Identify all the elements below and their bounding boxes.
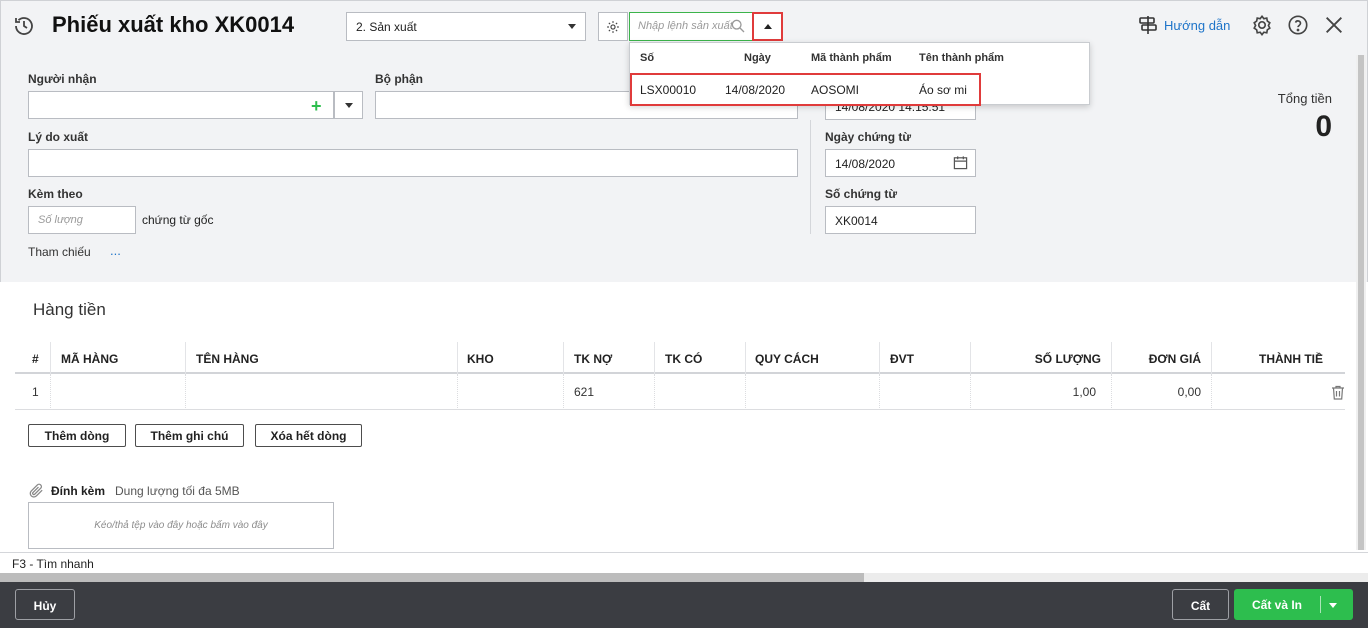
cell-amount <box>1212 374 1323 410</box>
grid-header: # MÃ HÀNG TÊN HÀNG KHO TK NỢ TK CÓ QUY C… <box>15 342 1345 374</box>
col-item-code: MÃ HÀNG <box>51 342 186 374</box>
cancel-button[interactable]: Hủy <box>15 589 75 620</box>
scrollbar-thumb[interactable] <box>0 573 864 582</box>
voucher-number-input[interactable]: XK0014 <box>825 206 976 234</box>
reason-input[interactable] <box>28 149 798 177</box>
horizontal-scrollbar[interactable] <box>0 573 1368 582</box>
original-docs-label: chứng từ gốc <box>142 213 214 227</box>
recipient-label: Người nhận <box>28 72 97 86</box>
voucher-type-select[interactable]: 2. Sản xuất <box>346 12 586 41</box>
attachments-count-label: Kèm theo <box>28 187 83 201</box>
col-item-name: TÊN HÀNG <box>186 342 458 374</box>
paperclip-icon <box>29 483 43 498</box>
total-amount: 0 <box>1315 110 1332 143</box>
gear-icon <box>607 20 619 33</box>
department-label: Bộ phận <box>375 72 423 86</box>
voucher-number-label: Số chứng từ <box>825 187 898 201</box>
file-drop-zone[interactable]: Kéo/thả tệp vào đây hoặc bấm vào đây <box>28 502 334 549</box>
voucher-number-value: XK0014 <box>835 214 878 228</box>
cell-warehouse[interactable] <box>458 374 564 410</box>
reason-label: Lý do xuất <box>28 130 89 144</box>
col-amount: THÀNH TIỀ <box>1259 352 1323 366</box>
table-row[interactable]: 1 621 1,00 0,00 <box>15 374 1345 410</box>
cell-unit-price[interactable]: 0,00 <box>1112 374 1212 410</box>
col-credit-account: TK CÓ <box>655 342 746 374</box>
history-icon[interactable] <box>12 14 36 38</box>
page-title: Phiếu xuất kho XK0014 <box>52 12 295 37</box>
section-title: Hàng tiền <box>33 300 106 319</box>
cell-unit[interactable] <box>880 374 971 410</box>
add-note-button[interactable]: Thêm ghi chú <box>135 424 244 447</box>
settings-icon[interactable] <box>1251 14 1273 36</box>
popup-col-ten: Tên thành phẩm <box>919 52 1004 64</box>
trash-icon[interactable] <box>1331 385 1345 400</box>
help-icon[interactable] <box>1287 14 1309 36</box>
recipient-input[interactable] <box>28 91 334 119</box>
attachment-header: Đính kèm Dung lượng tối đa 5MB <box>28 482 240 499</box>
footer-bar <box>0 582 1368 628</box>
cell-index: 1 <box>15 374 51 410</box>
voucher-type-value: 2. Sản xuất <box>356 20 417 34</box>
calendar-icon[interactable] <box>953 155 968 170</box>
recipient-dropdown-button[interactable] <box>334 91 363 119</box>
popup-col-ma: Mã thành phẩm <box>811 52 892 64</box>
chevron-down-icon <box>568 24 576 29</box>
divider <box>810 120 811 234</box>
col-spec: QUY CÁCH <box>746 342 880 374</box>
col-quantity: SỐ LƯỢNG <box>971 342 1112 374</box>
status-bar: F3 - Tìm nhanh <box>0 552 1368 574</box>
col-debit-account: TK NỢ <box>564 342 655 374</box>
chevron-up-icon <box>763 24 772 29</box>
production-order-popup: Số Ngày Mã thành phẩm Tên thành phẩm LSX… <box>629 42 1090 106</box>
lookup-dropdown-button[interactable] <box>752 12 783 41</box>
signpost-icon <box>1139 16 1157 34</box>
cell-credit-account[interactable] <box>655 374 746 410</box>
popup-header: Số Ngày Mã thành phẩm Tên thành phẩm <box>630 43 1089 73</box>
col-index: # <box>15 342 51 374</box>
add-row-button[interactable]: Thêm dòng <box>28 424 126 447</box>
popup-col-so: Số <box>640 52 655 64</box>
save-and-print-button[interactable]: Cất và In <box>1234 589 1353 620</box>
col-warehouse: KHO <box>458 342 564 374</box>
help-label: Hướng dẫn <box>1164 17 1231 33</box>
cell-quantity[interactable]: 1,00 <box>971 374 1112 410</box>
search-icon[interactable] <box>730 18 746 34</box>
quantity-input[interactable]: Số lượng <box>28 206 136 234</box>
lookup-settings-button[interactable] <box>598 12 628 41</box>
vertical-scrollbar[interactable] <box>1356 55 1366 550</box>
close-icon[interactable] <box>1323 14 1345 36</box>
cell-item-name[interactable] <box>186 374 458 410</box>
voucher-date-label: Ngày chứng từ <box>825 130 912 144</box>
add-icon[interactable]: + <box>311 96 322 117</box>
attachment-limit: Dung lượng tối đa 5MB <box>115 483 240 498</box>
popup-col-ngay: Ngày <box>744 52 771 64</box>
cell-debit-account[interactable]: 621 <box>564 374 655 410</box>
chevron-down-icon[interactable] <box>1329 603 1337 608</box>
cell-spec[interactable] <box>746 374 880 410</box>
voucher-date-value: 14/08/2020 <box>835 157 896 171</box>
col-unit-price: ĐƠN GIÁ <box>1112 342 1212 374</box>
total-label: Tổng tiền <box>1277 91 1332 106</box>
selected-row-highlight <box>630 73 981 106</box>
attachment-title: Đính kèm <box>51 483 106 498</box>
delete-all-rows-button[interactable]: Xóa hết dòng <box>255 424 362 447</box>
cell-item-code[interactable] <box>51 374 186 410</box>
reference-more-link[interactable]: ... <box>110 243 121 258</box>
help-link[interactable]: Hướng dẫn <box>1138 14 1230 36</box>
save-button[interactable]: Cất <box>1172 589 1229 620</box>
col-unit: ĐVT <box>880 342 971 374</box>
save-and-print-label: Cất và In <box>1251 598 1302 612</box>
chevron-down-icon <box>345 103 353 108</box>
reference-label: Tham chiếu <box>28 245 91 259</box>
